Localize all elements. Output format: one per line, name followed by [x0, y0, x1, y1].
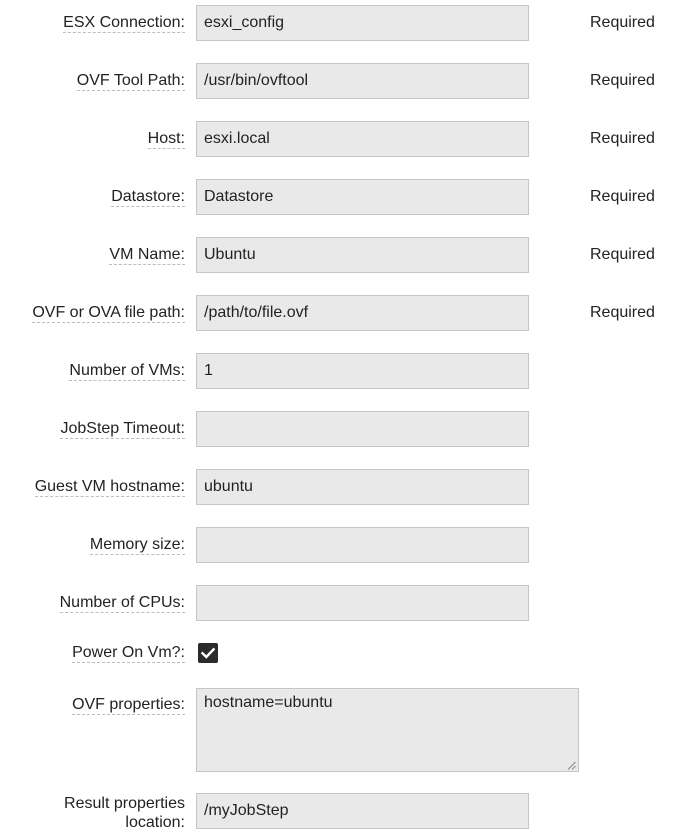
guest-vm-hostname-input[interactable] [196, 469, 529, 505]
form-row-host: Host: Required [0, 121, 700, 159]
form-row-esx-connection: ESX Connection: Required [0, 5, 700, 43]
form-row-memory-size: Memory size: [0, 527, 700, 565]
result-properties-location-label: Result properties location: [64, 795, 185, 831]
guest-vm-hostname-label: Guest VM hostname: [34, 478, 185, 497]
form-row-result-properties-location: Result properties location: [0, 793, 700, 831]
ovf-file-path-input[interactable] [196, 295, 529, 331]
power-on-vm-checkbox[interactable] [198, 643, 218, 663]
ovf-file-path-label: OVF or OVA file path: [32, 304, 185, 323]
ovf-properties-textarea[interactable]: hostname=ubuntu [196, 688, 579, 772]
form-row-jobstep-timeout: JobStep Timeout: [0, 411, 700, 449]
esx-connection-input[interactable] [196, 5, 529, 41]
required-indicator: Required [590, 188, 655, 205]
form-row-ovf-properties: OVF properties: hostname=ubuntu [0, 688, 700, 774]
memory-size-label: Memory size: [89, 536, 185, 555]
jobstep-timeout-label: JobStep Timeout: [60, 420, 185, 439]
checkmark-icon [200, 647, 216, 659]
result-properties-location-input[interactable] [196, 793, 529, 829]
ovf-tool-path-input[interactable] [196, 63, 529, 99]
ovf-tool-path-label: OVF Tool Path: [76, 72, 185, 91]
form-row-power-on-vm: Power On Vm?: [0, 641, 700, 667]
form-row-ovf-file-path: OVF or OVA file path: Required [0, 295, 700, 333]
power-on-vm-label: Power On Vm?: [72, 644, 185, 663]
number-of-vms-input[interactable] [196, 353, 529, 389]
required-indicator: Required [590, 246, 655, 263]
esx-connection-label: ESX Connection: [63, 14, 185, 33]
jobstep-timeout-input[interactable] [196, 411, 529, 447]
datastore-input[interactable] [196, 179, 529, 215]
number-of-cpus-input[interactable] [196, 585, 529, 621]
form-row-vm-name: VM Name: Required [0, 237, 700, 275]
form-row-number-of-vms: Number of VMs: [0, 353, 700, 391]
form-row-guest-vm-hostname: Guest VM hostname: [0, 469, 700, 507]
ovf-properties-label: OVF properties: [72, 696, 185, 715]
required-indicator: Required [590, 304, 655, 321]
required-indicator: Required [590, 14, 655, 31]
resize-handle-icon[interactable] [567, 761, 576, 770]
number-of-vms-label: Number of VMs: [69, 362, 185, 381]
memory-size-input[interactable] [196, 527, 529, 563]
vm-name-input[interactable] [196, 237, 529, 273]
form-row-number-of-cpus: Number of CPUs: [0, 585, 700, 623]
required-indicator: Required [590, 72, 655, 89]
required-indicator: Required [590, 130, 655, 147]
datastore-label: Datastore: [111, 188, 185, 207]
vm-name-label: VM Name: [109, 246, 185, 265]
form-row-ovf-tool-path: OVF Tool Path: Required [0, 63, 700, 101]
host-label: Host: [147, 130, 185, 149]
form-row-datastore: Datastore: Required [0, 179, 700, 217]
number-of-cpus-label: Number of CPUs: [59, 594, 185, 613]
host-input[interactable] [196, 121, 529, 157]
